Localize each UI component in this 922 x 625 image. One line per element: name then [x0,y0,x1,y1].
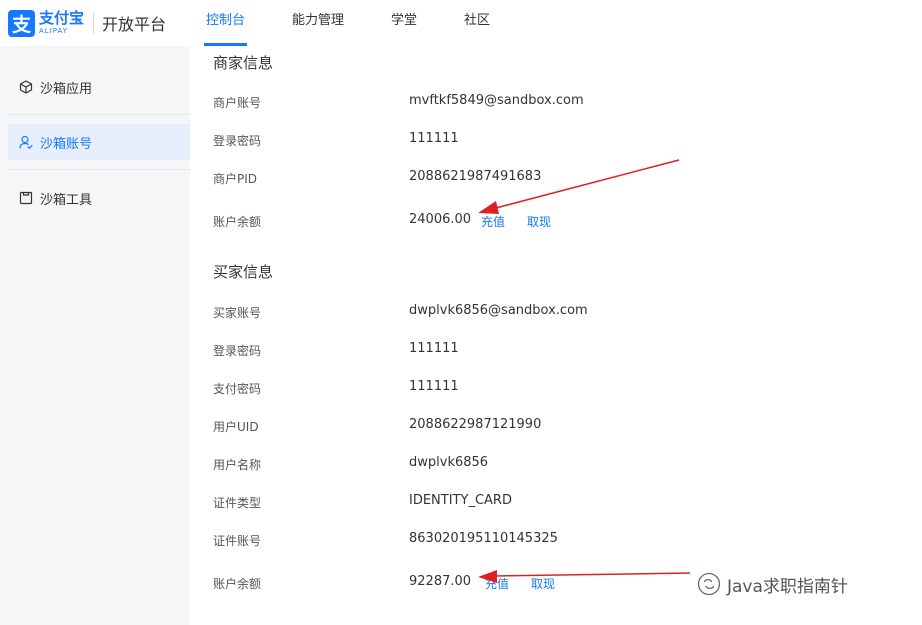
buyer-id-number-value: 863020195110145325 [409,531,558,546]
buyer-name-value: dwplvk6856 [409,455,489,470]
merchant-password-value: 111111 [409,131,459,146]
nav-console[interactable]: 控制台 [203,0,248,46]
logo-text-en: ALIPAY [39,27,69,35]
buyer-recharge-link[interactable]: 充值 [485,575,509,592]
merchant-withdraw-link[interactable]: 取现 [527,213,551,230]
merchant-account-value: mvftkf5849@sandbox.com [409,93,584,108]
buyer-pay-password-value: 111111 [409,379,459,394]
buyer-pay-password-label: 支付密码 [213,382,262,396]
top-nav: 控制台 能力管理 学堂 社区 [203,0,537,46]
logo-divider [93,12,95,34]
buyer-balance-label: 账户余额 [213,577,262,591]
buyer-id-number-label: 证件账号 [213,534,262,548]
sidebar-item-label: 沙箱应用 [40,81,93,97]
buyer-login-password-label: 登录密码 [213,344,262,358]
nav-academy[interactable]: 学堂 [391,0,417,46]
alipay-logo[interactable]: 支 支付宝 ALIPAY 开放平台 [8,8,166,38]
buyer-account-label: 买家账号 [213,306,262,320]
watermark-text: Java求职指南针 [727,576,848,597]
user-icon [18,134,34,150]
account-details: 商家信息 商户账号 mvftkf5849@sandbox.com 登录密码 11… [190,46,922,625]
buyer-account-value: dwplvk6856@sandbox.com [409,303,588,318]
buyer-section-title: 买家信息 [213,263,274,281]
nav-capability[interactable]: 能力管理 [292,0,344,46]
sidebar-item-sandbox-account[interactable]: 沙箱账号 [8,124,190,160]
top-header: 支 支付宝 ALIPAY 开放平台 控制台 能力管理 学堂 社区 [0,0,922,46]
alipay-logo-icon: 支 [8,9,35,37]
buyer-name-label: 用户名称 [213,458,262,472]
merchant-pid-value: 2088621987491683 [409,169,542,184]
watermark: Java求职指南针 [697,570,848,598]
merchant-password-label: 登录密码 [213,134,262,148]
clipboard-icon [18,190,34,206]
sidebar-item-sandbox-tools[interactable]: 沙箱工具 [8,180,190,216]
merchant-recharge-link[interactable]: 充值 [481,213,505,230]
buyer-uid-value: 2088622987121990 [409,417,542,432]
merchant-section-title: 商家信息 [213,54,274,72]
buyer-balance-value: 92287.00 [409,574,472,589]
cube-icon [18,79,34,95]
sidebar: 沙箱应用 沙箱账号 沙箱工具 [0,46,190,625]
wechat-icon [697,572,721,596]
buyer-uid-label: 用户UID [213,420,259,434]
merchant-account-label: 商户账号 [213,96,262,110]
buyer-id-type-value: IDENTITY_CARD [409,493,512,508]
buyer-login-password-value: 111111 [409,341,459,356]
sidebar-item-sandbox-app[interactable]: 沙箱应用 [8,69,190,105]
sidebar-divider [8,114,190,115]
merchant-pid-label: 商户PID [213,172,258,186]
logo-text-cn: 支付宝 [39,9,85,27]
buyer-withdraw-link[interactable]: 取现 [531,575,555,592]
sidebar-divider [8,169,190,170]
sidebar-item-label: 沙箱工具 [40,192,93,208]
buyer-id-type-label: 证件类型 [213,496,262,510]
sidebar-item-label: 沙箱账号 [40,136,93,152]
merchant-balance-label: 账户余额 [213,215,262,229]
platform-title: 开放平台 [102,15,167,34]
merchant-balance-value: 24006.00 [409,212,472,227]
nav-community[interactable]: 社区 [464,0,490,46]
